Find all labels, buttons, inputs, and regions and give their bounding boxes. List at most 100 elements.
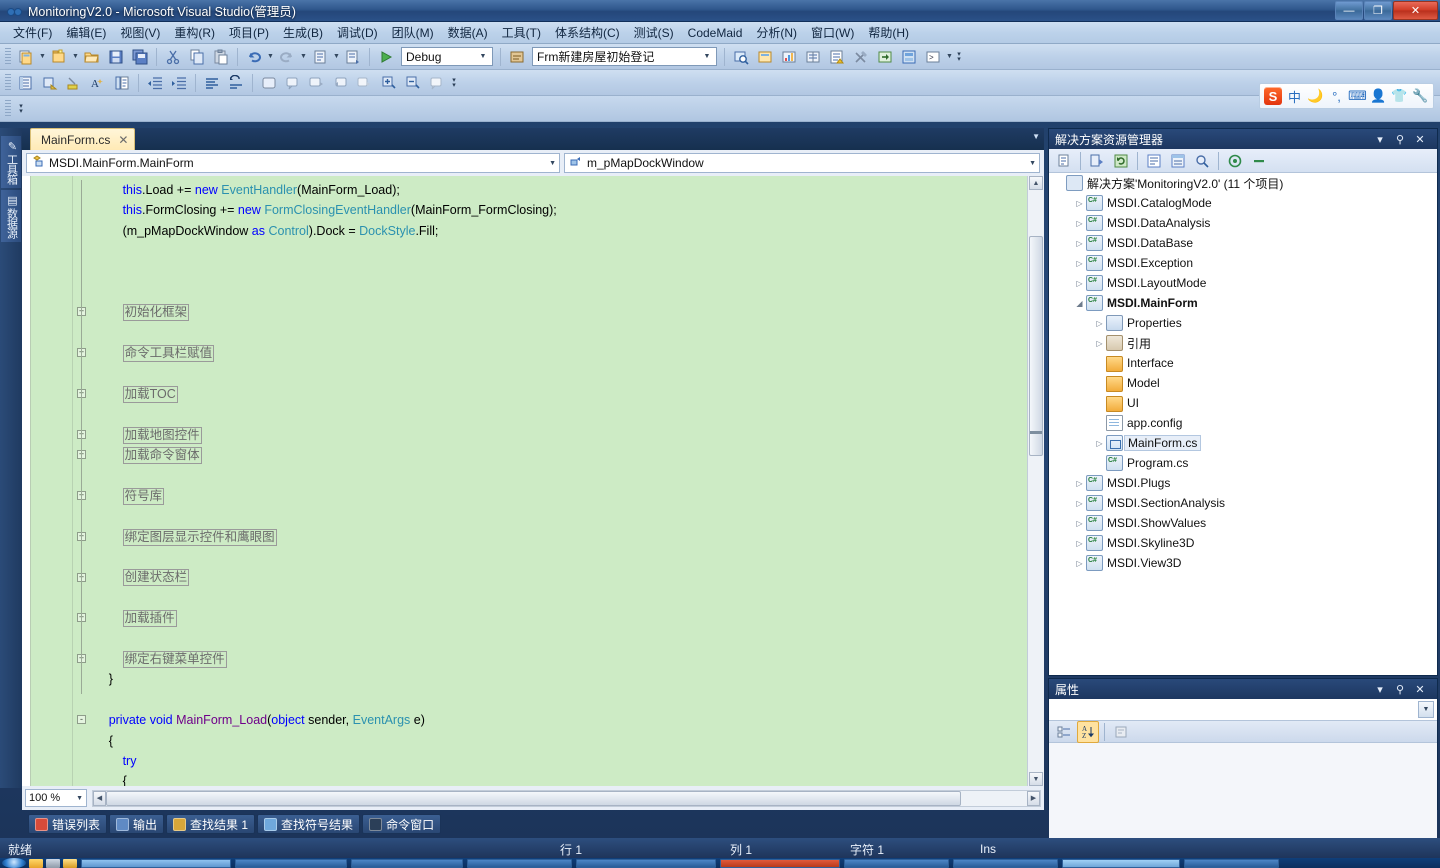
taskbar-pinned-icon[interactable] [63,858,77,868]
expander-icon[interactable]: ▷ [1073,499,1086,508]
navigate-backward-dropdown-icon[interactable]: ▼ [332,46,341,68]
collapsed-region[interactable]: 绑定图层显示控件和鹰眼图 [122,528,277,546]
tree-item[interactable]: ▷ MSDI.LayoutMode [1049,273,1437,293]
uncomment-selection-icon[interactable] [225,72,247,94]
taskbar-window-button[interactable] [351,858,463,868]
prev-bookmark-icon[interactable] [282,72,304,94]
bottom-tab[interactable]: 输出 [109,814,165,834]
collapsed-region[interactable]: 加载地图控件 [122,426,202,444]
save-icon[interactable] [105,46,127,68]
clear-bookmarks-icon[interactable] [426,72,448,94]
properties-window-icon[interactable] [802,46,824,68]
menu-item-4[interactable]: 项目(P) [222,22,276,43]
indicator-margin[interactable] [22,176,31,786]
chevron-down-icon[interactable]: ▼ [476,48,490,65]
fold-margin[interactable] [31,176,67,786]
taskbar-pinned-icon[interactable] [46,858,60,868]
taskbar-window-button[interactable] [844,858,949,868]
command-window-dropdown-icon[interactable]: ▼ [945,46,954,68]
toolbar-grip[interactable] [5,99,11,118]
object-browser-icon[interactable] [874,46,896,68]
undo-icon[interactable] [243,46,265,68]
taskbar-pinned-icon[interactable] [29,858,43,868]
menu-item-15[interactable]: 帮助(H) [861,22,916,43]
taskbar-window-button[interactable] [81,858,231,868]
redo-dropdown-icon[interactable]: ▼ [299,46,308,68]
increase-indent-icon[interactable] [168,72,190,94]
punctuation-icon[interactable]: °, [1328,87,1345,105]
tree-item[interactable]: ▷ Properties [1049,313,1437,333]
property-pages-icon[interactable] [1110,721,1132,743]
tree-item[interactable]: ▷ 引用 [1049,333,1437,353]
sync-with-active-document-icon[interactable] [1224,150,1246,172]
tree-item[interactable]: UI [1049,393,1437,413]
expander-icon[interactable]: ▷ [1073,479,1086,488]
view-designer-icon[interactable] [1167,150,1189,172]
toolbar-grip[interactable] [5,47,11,66]
tree-item[interactable]: 解决方案'MonitoringV2.0' (11 个项目) [1049,173,1437,193]
expand-all-icon[interactable] [378,72,400,94]
menu-item-3[interactable]: 重构(R) [167,22,222,43]
sogou-logo-icon[interactable]: S [1264,87,1282,105]
menu-item-9[interactable]: 工具(T) [495,22,548,43]
tree-item[interactable]: ▷ MSDI.Skyline3D [1049,533,1437,553]
pin-icon[interactable]: ⚲ [1393,683,1407,696]
start-debug-icon[interactable] [375,46,397,68]
maximize-button[interactable]: ❐ [1364,1,1392,20]
collapsed-region[interactable]: 加载插件 [122,610,177,628]
chevron-down-icon[interactable]: ▼ [700,48,714,65]
tree-item[interactable]: ▷ MainForm.cs [1049,433,1437,453]
scroll-down-button[interactable]: ▼ [1029,772,1043,786]
close-icon[interactable]: ✕ [1413,133,1427,146]
copy-icon[interactable] [186,46,208,68]
panel-menu-chevron-down-icon[interactable]: ▾ [1373,133,1387,146]
collapse-region-icon[interactable]: - [77,715,86,725]
menu-item-14[interactable]: 窗口(W) [804,22,861,43]
tree-item[interactable]: ▷ MSDI.CatalogMode [1049,193,1437,213]
bottom-tab[interactable]: 查找符号结果 [257,814,361,834]
chevron-down-icon[interactable]: ▼ [1418,701,1434,718]
menu-item-6[interactable]: 调试(D) [330,22,385,43]
expander-icon[interactable]: ▷ [1073,519,1086,528]
insert-snippet-icon[interactable] [39,72,61,94]
bottom-tab[interactable]: 查找结果 1 [166,814,256,834]
tree-item[interactable]: ▷ MSDI.View3D [1049,553,1437,573]
tab-list-chevron-down-icon[interactable]: ▼ [1032,132,1040,141]
collapsed-region[interactable]: 初始化框架 [122,304,190,322]
taskbar-window-button[interactable] [953,858,1058,868]
new-item-icon[interactable] [48,46,70,68]
prev-bookmark-folder-icon[interactable] [330,72,352,94]
menu-item-5[interactable]: 生成(B) [276,22,330,43]
menu-item-7[interactable]: 团队(M) [385,22,441,43]
solution-tree[interactable]: 解决方案'MonitoringV2.0' (11 个项目)▷MSDI.Catal… [1049,173,1437,675]
type-navigation-combo[interactable]: MSDI.MainForm.MainForm ▼ [26,153,560,173]
taskbar-window-button[interactable] [576,858,716,868]
taskbar-window-button[interactable] [1062,858,1180,868]
tree-item[interactable]: Model [1049,373,1437,393]
next-bookmark-icon[interactable] [306,72,328,94]
panel-menu-chevron-down-icon[interactable]: ▾ [1373,683,1387,696]
expander-icon[interactable]: ▷ [1093,439,1106,448]
horizontal-scroll-thumb[interactable] [106,790,961,806]
menu-item-1[interactable]: 编辑(E) [59,22,113,43]
menu-item-0[interactable]: 文件(F) [6,22,59,43]
open-file-icon[interactable] [81,46,103,68]
expander-icon[interactable]: ▷ [1093,339,1106,348]
taskbar-window-button[interactable] [1184,858,1279,868]
toolbar-grip[interactable] [5,73,11,92]
navigate-backward-icon[interactable] [309,46,331,68]
toolbox-icon[interactable] [850,46,872,68]
new-project-dropdown-icon[interactable]: ▼ [38,46,47,68]
expander-icon[interactable]: ▷ [1093,319,1106,328]
comment-selection-icon[interactable] [201,72,223,94]
view-code-icon[interactable] [1143,150,1165,172]
code-lines[interactable]: this.Load += new EventHandler(MainForm_L… [67,176,1018,786]
user-icon[interactable]: 👤 [1370,87,1387,105]
moon-icon[interactable]: 🌙 [1307,87,1324,105]
expander-icon[interactable]: ▷ [1073,559,1086,568]
menu-item-12[interactable]: CodeMaid [681,24,750,42]
minimize-button[interactable]: — [1335,1,1363,20]
sidebar-item-data-sources[interactable]: ▤ 数据源 [1,190,21,242]
categorized-icon[interactable] [1053,721,1075,743]
tools-icon[interactable]: 🔧 [1412,87,1429,105]
